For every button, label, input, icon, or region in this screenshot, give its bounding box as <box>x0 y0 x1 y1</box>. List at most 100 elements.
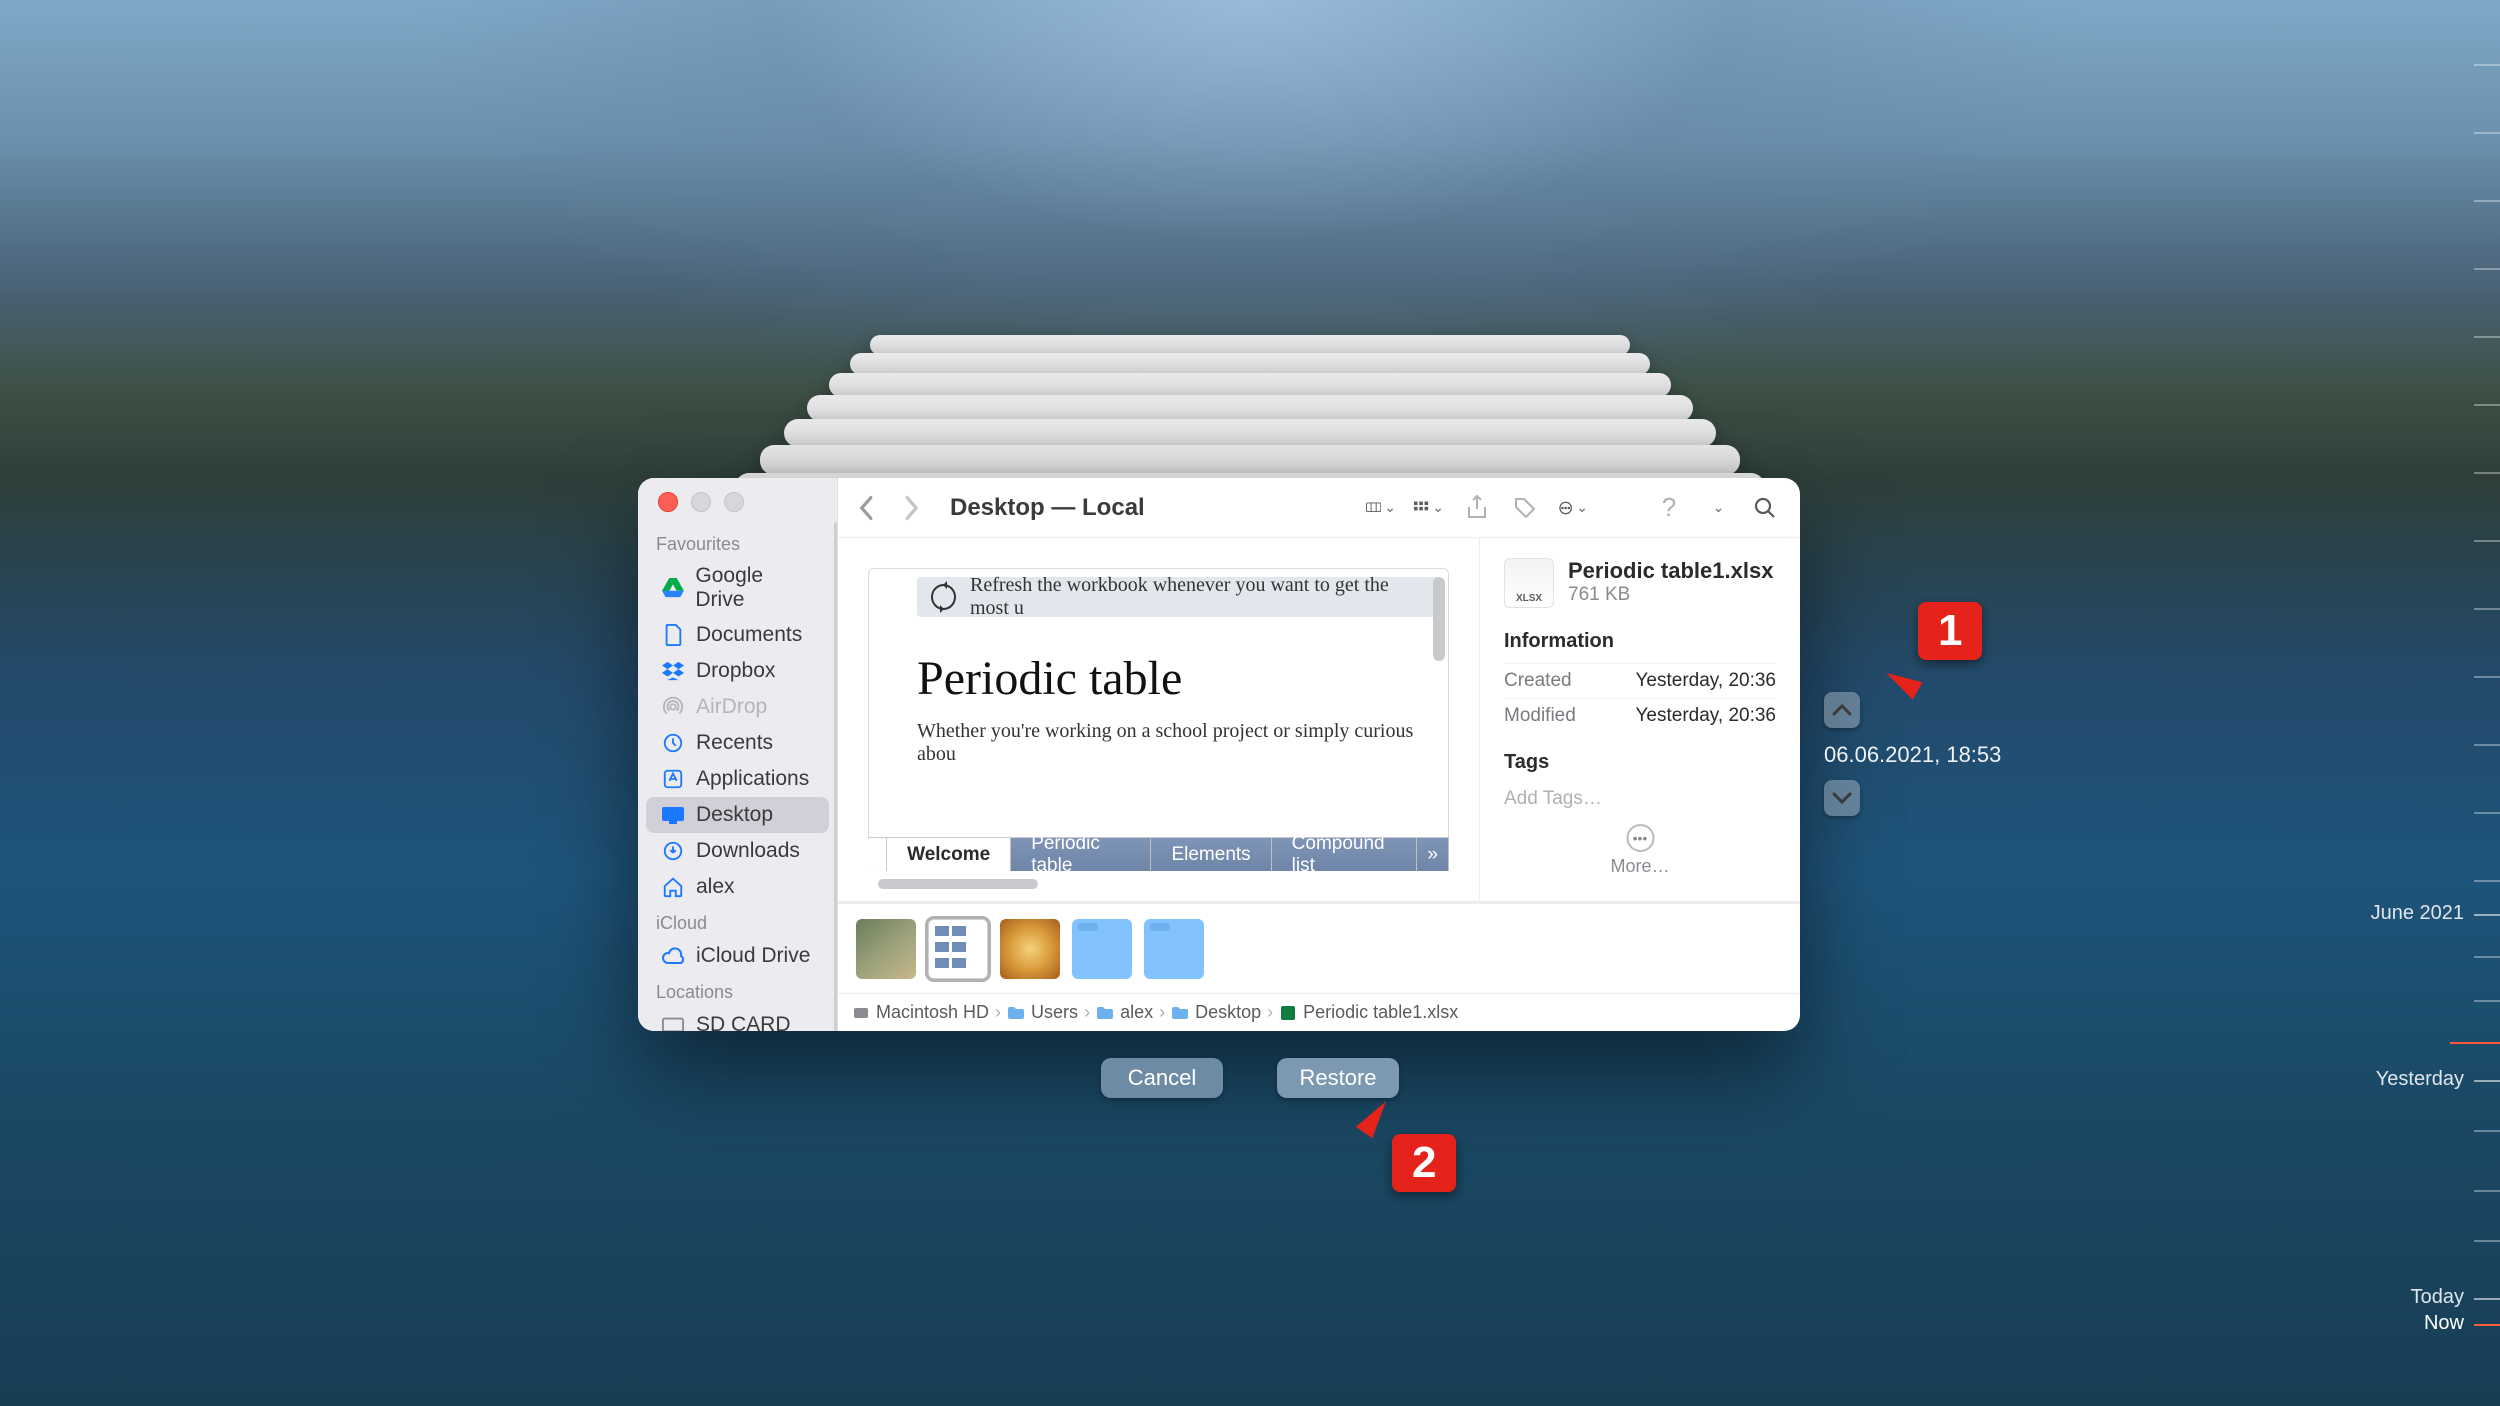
path-bar: Macintosh HD › Users › alex › Desktop › <box>838 993 1800 1031</box>
ruler-today: Today <box>2411 1286 2464 1309</box>
ruler-yesterday: Yesterday <box>2376 1068 2464 1091</box>
sidebar-item-recents[interactable]: Recents <box>646 725 829 761</box>
sidebar-item-applications[interactable]: Applications <box>646 761 829 797</box>
document-icon <box>660 622 686 648</box>
back-button[interactable] <box>858 495 884 521</box>
sidebar-item-dropbox[interactable]: Dropbox <box>646 653 829 689</box>
help-icon[interactable]: ? <box>1654 495 1684 521</box>
path-separator: › <box>1084 1002 1090 1023</box>
modified-row: Modified Yesterday, 20:36 <box>1504 698 1776 733</box>
ellipsis-icon: ••• <box>1626 824 1654 852</box>
add-tags-field[interactable]: Add Tags… <box>1504 784 1776 810</box>
home-icon <box>660 874 686 900</box>
folder-icon <box>1007 1004 1025 1022</box>
thumbnail-image-1[interactable] <box>856 919 916 979</box>
ruler-month: June 2021 <box>2371 902 2464 925</box>
view-columns-icon[interactable]: ⌄ <box>1366 495 1396 521</box>
sheet-tab-elements[interactable]: Elements <box>1151 838 1271 871</box>
sidebar-item-label: Desktop <box>696 803 773 827</box>
thumbnail-xlsx-selected[interactable] <box>928 919 988 979</box>
thumbnail-row <box>838 903 1800 993</box>
preview-banner: Refresh the workbook whenever you want t… <box>917 577 1440 617</box>
preview-horizontal-scrollbar[interactable] <box>878 879 1038 889</box>
sheet-tab-strip: Welcome Periodic table Elements Compound… <box>868 837 1449 871</box>
disk-icon <box>852 1004 870 1022</box>
sidebar-item-label: Documents <box>696 623 802 647</box>
more-button[interactable]: ••• More… <box>1610 824 1669 877</box>
folder-icon <box>1171 1004 1189 1022</box>
folder-icon <box>1096 1004 1114 1022</box>
sidebar-item-label: Applications <box>696 767 809 791</box>
sheet-tab-welcome[interactable]: Welcome <box>887 838 1011 871</box>
zoom-window-dot[interactable] <box>724 492 744 512</box>
minimize-window-dot[interactable] <box>691 492 711 512</box>
sheet-tab-more[interactable]: » <box>1417 838 1449 871</box>
clock-icon <box>660 730 686 756</box>
sidebar-item-label: Recents <box>696 731 773 755</box>
sdcard-icon <box>660 1012 686 1031</box>
window-traffic-lights <box>638 492 837 526</box>
sidebar-item-label: SD CARD <box>696 1013 791 1031</box>
sidebar-item-documents[interactable]: Documents <box>646 617 829 653</box>
path-seg-users[interactable]: Users <box>1007 1002 1078 1023</box>
callout-2-arrow <box>1356 1096 1394 1139</box>
sidebar-item-icloud-drive[interactable]: iCloud Drive <box>646 938 829 974</box>
action-menu-icon[interactable]: ⌄ <box>1558 495 1588 521</box>
search-icon[interactable] <box>1750 495 1780 521</box>
airdrop-icon <box>660 694 686 720</box>
sidebar-item-desktop[interactable]: Desktop <box>646 797 829 833</box>
sheet-tab-periodic-table[interactable]: Periodic table <box>1011 838 1151 871</box>
time-machine-actions: Cancel Restore <box>1101 1058 1399 1098</box>
group-by-icon[interactable]: ⌄ <box>1414 495 1444 521</box>
preview-title: Periodic table <box>917 651 1448 706</box>
snapshot-timestamp: 06.06.2021, 18:53 <box>1824 742 2001 768</box>
preview-subtitle: Whether you're working on a school proje… <box>917 720 1448 766</box>
path-seg-macintosh-hd[interactable]: Macintosh HD <box>852 1002 989 1023</box>
sidebar-item-label: Google Drive <box>695 564 815 612</box>
sidebar-item-sdcard[interactable]: SD CARD <box>646 1007 829 1031</box>
sidebar-item-downloads[interactable]: Downloads <box>646 833 829 869</box>
finder-main: Desktop — Local ⌄ ⌄ ⌄ ? ⌄ <box>838 478 1800 1031</box>
xlsx-icon <box>1279 1004 1297 1022</box>
quicklook-preview: Refresh the workbook whenever you want t… <box>838 538 1480 901</box>
snapshot-up-button[interactable] <box>1824 692 1860 728</box>
path-seg-file[interactable]: Periodic table1.xlsx <box>1279 1002 1458 1023</box>
path-seg-alex[interactable]: alex <box>1096 1002 1153 1023</box>
favourites-label: Favourites <box>638 526 837 559</box>
tags-header: Tags <box>1504 751 1776 774</box>
tag-icon[interactable] <box>1510 495 1540 521</box>
created-label: Created <box>1504 670 1572 692</box>
ruler-now: Now <box>2424 1312 2464 1335</box>
sidebar-item-google-drive[interactable]: Google Drive <box>646 559 829 617</box>
locations-label: Locations <box>638 974 837 1007</box>
share-icon[interactable] <box>1462 495 1492 521</box>
file-size: 761 KB <box>1568 584 1773 606</box>
help-chevron-icon[interactable]: ⌄ <box>1702 495 1732 521</box>
sidebar-item-airdrop[interactable]: AirDrop <box>646 689 829 725</box>
desktop-icon <box>660 802 686 828</box>
thumbnail-folder-2[interactable] <box>1144 919 1204 979</box>
sheet-tab-compound-list[interactable]: Compound list <box>1272 838 1418 871</box>
close-window-dot[interactable] <box>658 492 678 512</box>
snapshot-down-button[interactable] <box>1824 780 1860 816</box>
cancel-button[interactable]: Cancel <box>1101 1058 1223 1098</box>
restore-button[interactable]: Restore <box>1277 1058 1399 1098</box>
thumbnail-image-2[interactable] <box>1000 919 1060 979</box>
timeline-ruler[interactable]: June 2021 Yesterday Today Now <box>2360 0 2500 1406</box>
modified-value: Yesterday, 20:36 <box>1636 705 1777 727</box>
file-type-icon: XLSX <box>1504 558 1554 608</box>
path-seg-desktop[interactable]: Desktop <box>1171 1002 1261 1023</box>
preview-vertical-scrollbar[interactable] <box>1433 577 1445 661</box>
google-drive-icon <box>660 575 685 601</box>
sidebar-item-label: AirDrop <box>696 695 767 719</box>
window-title: Desktop — Local <box>950 494 1145 522</box>
sidebar-item-label: Dropbox <box>696 659 775 683</box>
forward-button[interactable] <box>902 495 928 521</box>
downloads-icon <box>660 838 686 864</box>
dropbox-icon <box>660 658 686 684</box>
thumbnail-folder-1[interactable] <box>1072 919 1132 979</box>
sidebar-item-home[interactable]: alex <box>646 869 829 905</box>
preview-document: Refresh the workbook whenever you want t… <box>868 568 1449 853</box>
applications-icon <box>660 766 686 792</box>
sidebar-item-label: iCloud Drive <box>696 944 810 968</box>
